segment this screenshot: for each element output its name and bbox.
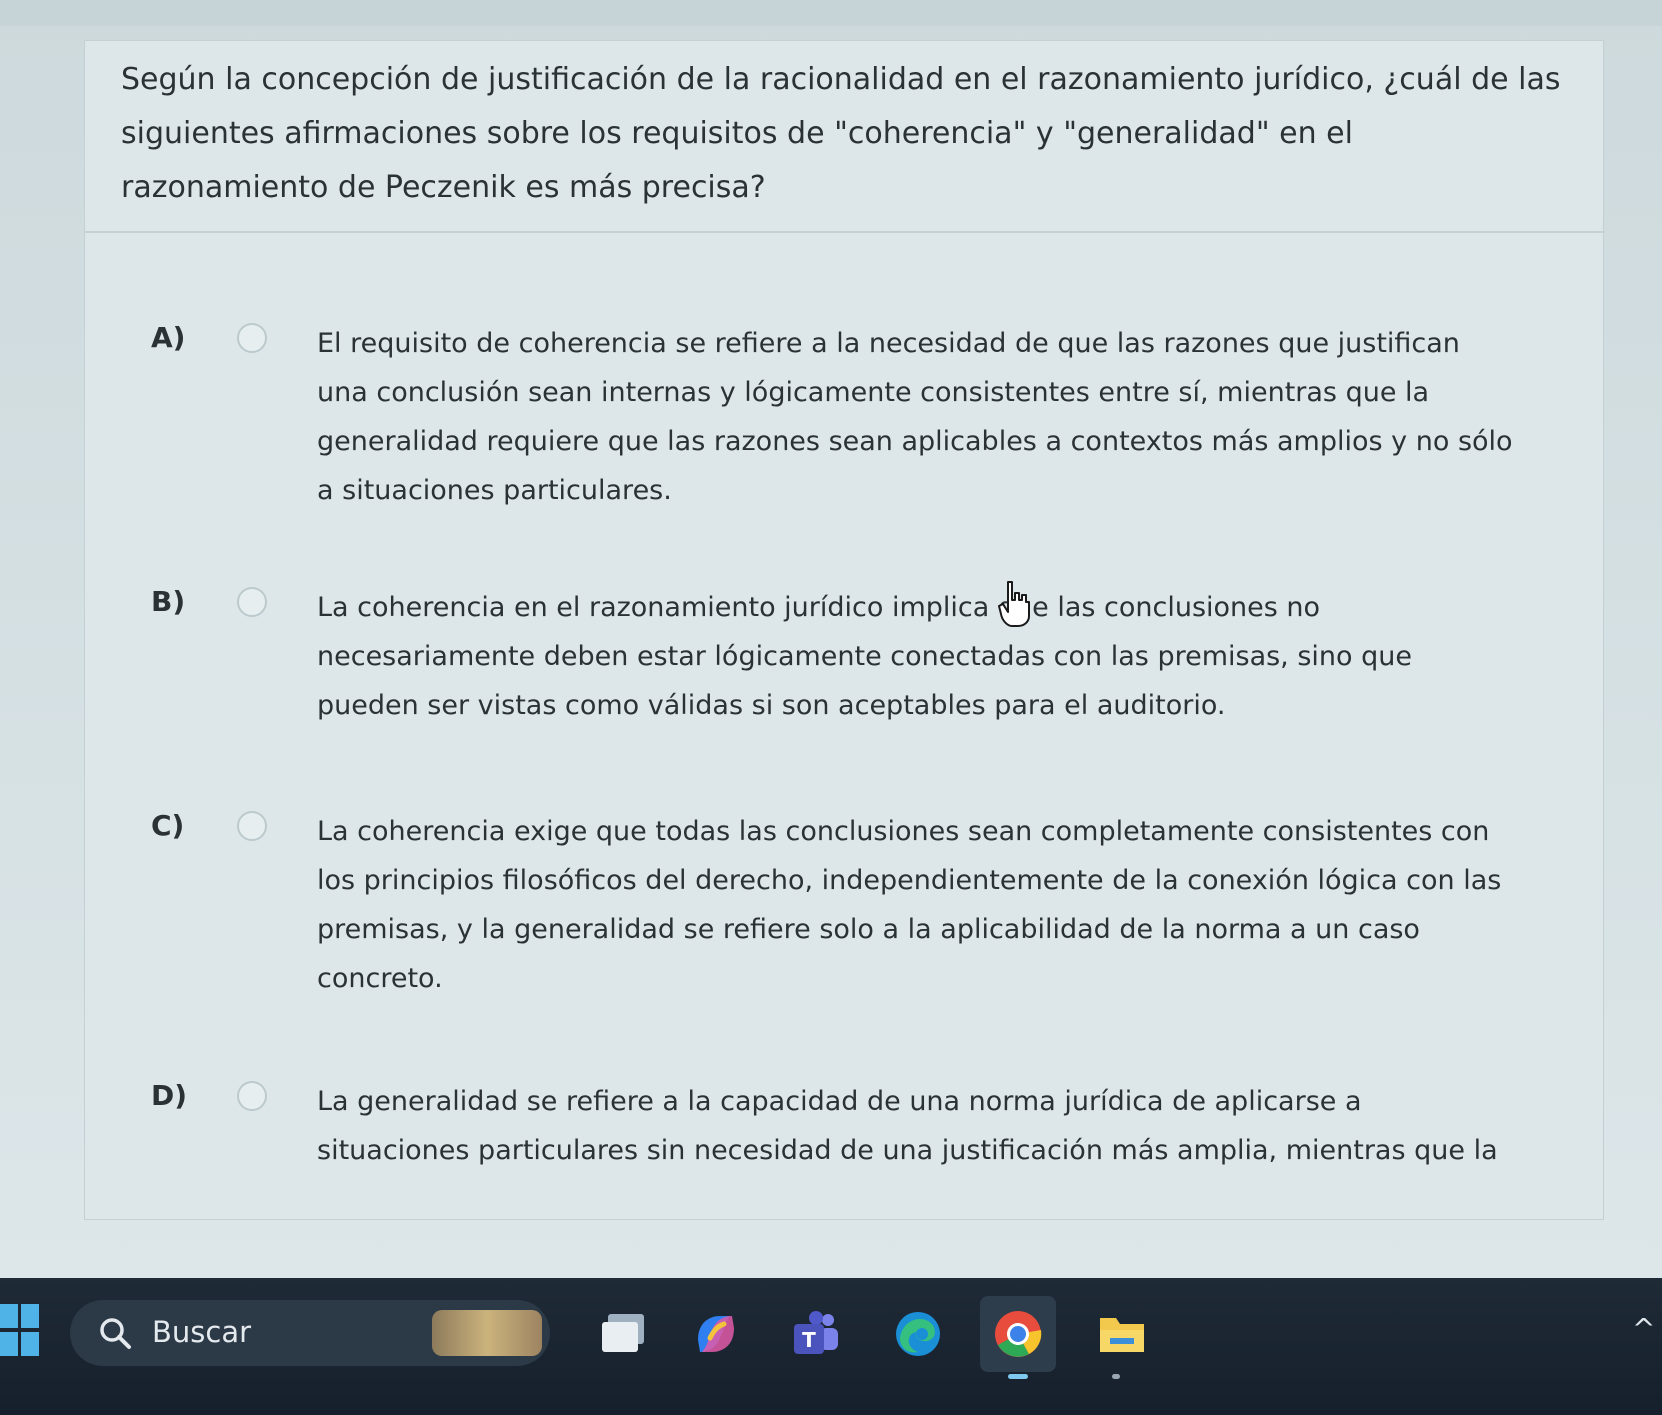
chrome-icon [995,1311,1042,1357]
chevron-up-icon[interactable]: ^ [1632,1312,1655,1345]
option-a-radio[interactable] [237,323,267,353]
file-explorer-icon[interactable] [1096,1308,1148,1360]
windows-start-button[interactable] [0,1304,42,1360]
option-b-text: La coherencia en el razonamiento jurídic… [317,592,1412,721]
chrome-active-indicator [1008,1374,1028,1379]
option-d-text: La generalidad se refiere a la capacidad… [317,1086,1498,1166]
screen: Según la concepción de justificación de … [0,0,1662,1415]
teams-icon[interactable]: T [790,1308,842,1360]
task-view-icon[interactable] [598,1308,650,1360]
edge-icon[interactable] [892,1308,944,1360]
search-icon [100,1318,131,1349]
option-a-letter: A) [151,321,186,354]
question-divider [85,231,1605,233]
hand-cursor-icon [998,581,1030,627]
option-d-letter: D) [151,1079,188,1112]
option-b-letter: B) [151,585,186,618]
option-a-text: El requisito de coherencia se refiere a … [317,328,1513,506]
question-card: Según la concepción de justificación de … [84,40,1605,1220]
search-label: Buscar [152,1315,252,1349]
question-text: Según la concepción de justificación de … [121,62,1561,205]
taskbar: Buscar T ^ [0,1278,1662,1415]
svg-text:T: T [802,1328,816,1352]
option-b-radio[interactable] [237,587,267,617]
option-c-letter: C) [151,809,185,842]
option-c-text: La coherencia exige que todas las conclu… [317,816,1502,994]
option-c-radio[interactable] [237,811,267,841]
explorer-running-indicator [1112,1374,1120,1379]
browser-top-strip [0,0,1662,26]
option-d-radio[interactable] [237,1081,267,1111]
search-highlight-icon [432,1310,542,1356]
copilot-icon[interactable] [690,1308,742,1360]
chrome-active-tile[interactable] [980,1296,1056,1372]
taskbar-search-box[interactable]: Buscar [70,1300,550,1366]
